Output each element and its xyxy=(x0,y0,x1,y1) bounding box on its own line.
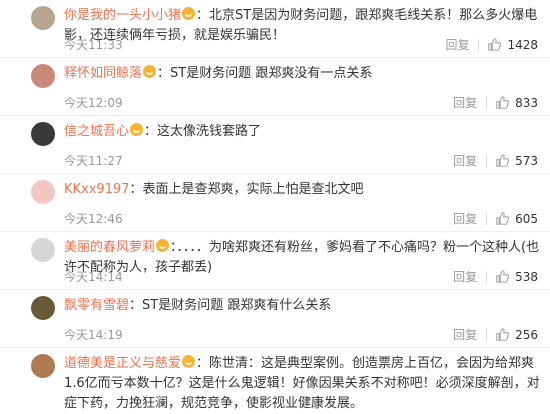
avatar-fill xyxy=(31,238,55,262)
comment-actions: 回复 256 xyxy=(453,326,538,343)
comment-item: 释怀如同鲸落 ：ST是财务问题 跟郑爽没有一点关系 今天12:09 回复 833 xyxy=(0,58,550,116)
comment-text: 信之城吾心 ：这太像洗钱套路了 xyxy=(64,122,542,142)
avatar[interactable] xyxy=(31,180,55,204)
member-badge-icon xyxy=(156,239,170,252)
avatar-image xyxy=(31,180,55,204)
comment-time: 今天14:19 xyxy=(64,328,123,342)
comment-text: 释怀如同鲸落 ：ST是财务问题 跟郑爽没有一点关系 xyxy=(64,64,542,84)
reply-button[interactable]: 回复 xyxy=(453,152,477,169)
username-link[interactable]: 美丽的春风萝莉 xyxy=(64,240,155,255)
like-count: 538 xyxy=(515,269,538,284)
avatar[interactable] xyxy=(31,64,55,88)
reply-button[interactable]: 回复 xyxy=(453,210,477,227)
comment-content: ：这太像洗钱套路了 xyxy=(144,124,262,139)
avatar[interactable] xyxy=(31,238,55,262)
comment-time: 今天11:33 xyxy=(64,38,123,52)
avatar-fill xyxy=(31,6,55,30)
like-count: 605 xyxy=(515,211,538,226)
comment-actions: 回复 833 xyxy=(453,94,538,111)
like-button[interactable]: 605 xyxy=(496,212,538,226)
member-badge-icon xyxy=(130,123,144,136)
comment-actions: 回复 1428 xyxy=(445,36,538,53)
avatar-image xyxy=(31,296,55,320)
avatar[interactable] xyxy=(31,6,55,30)
like-count: 833 xyxy=(515,95,538,110)
thumbs-up-icon xyxy=(496,154,510,167)
username-link[interactable]: 道德美是正义与慈爱 xyxy=(64,356,181,371)
comment-item: 美丽的春风萝莉 ：．．．．为啥郑爽还有粉丝，爹妈看了不心痛吗？粉一个这种人(也许不… xyxy=(0,232,550,290)
avatar-image xyxy=(31,64,55,88)
comment-item: 飘零有雪碧：ST是财务问题 跟郑爽有什么关系 今天14:19 回复 256 xyxy=(0,290,550,348)
comment-content: ：表面上是查郑爽，实际上怕是查北文吧 xyxy=(129,182,364,197)
comment-actions: 回复 538 xyxy=(453,268,538,285)
thumbs-up-icon xyxy=(496,212,510,225)
comment-actions: 回复 573 xyxy=(453,152,538,169)
thumbs-up-icon xyxy=(496,270,510,283)
reply-button[interactable]: 回复 xyxy=(453,326,477,343)
comment-list: 你是我的一头小小猪 ：北京ST是因为财务问题，跟郑爽毛线关系！那么多火爆电影，还连… xyxy=(0,0,550,411)
avatar-image xyxy=(31,354,55,378)
like-button[interactable]: 1428 xyxy=(488,38,538,52)
thumbs-up-icon xyxy=(496,96,510,109)
divider xyxy=(478,38,480,51)
reply-button[interactable]: 回复 xyxy=(453,94,477,111)
divider xyxy=(486,270,488,283)
member-badge-icon xyxy=(182,7,196,20)
comment-text: 道德美是正义与慈爱 ：陈世清：这是典型案例。创造票房上百亿，会因为给郑爽1.6亿而… xyxy=(64,354,542,414)
comment-time: 今天14:14 xyxy=(64,270,123,284)
like-button[interactable]: 573 xyxy=(496,154,538,168)
username-link[interactable]: KKxx9197 xyxy=(64,182,130,197)
like-count: 573 xyxy=(515,153,538,168)
username-link[interactable]: 释怀如同鲸落 xyxy=(64,66,142,81)
like-button[interactable]: 256 xyxy=(496,328,538,342)
comment-item: 信之城吾心 ：这太像洗钱套路了 今天11:27 回复 573 xyxy=(0,116,550,174)
avatar[interactable] xyxy=(31,122,55,146)
avatar[interactable] xyxy=(31,354,55,378)
divider xyxy=(486,212,488,225)
comment-time: 今天12:09 xyxy=(64,96,123,110)
reply-button[interactable]: 回复 xyxy=(445,36,469,53)
member-badge-icon xyxy=(143,65,157,78)
username-link[interactable]: 飘零有雪碧 xyxy=(64,298,129,313)
avatar-fill xyxy=(31,122,55,146)
like-button[interactable]: 538 xyxy=(496,270,538,284)
comment-text: KKxx9197：表面上是查郑爽，实际上怕是查北文吧 xyxy=(64,180,542,200)
comment-content: ：ST是财务问题 跟郑爽没有一点关系 xyxy=(157,66,373,81)
avatar-image xyxy=(31,238,55,262)
avatar-image xyxy=(31,122,55,146)
member-badge-icon xyxy=(182,355,196,368)
comment-item: 你是我的一头小小猪 ：北京ST是因为财务问题，跟郑爽毛线关系！那么多火爆电影，还连… xyxy=(0,0,550,58)
comment-time: 今天12:46 xyxy=(64,212,123,226)
thumbs-up-icon xyxy=(496,328,510,341)
like-button[interactable]: 833 xyxy=(496,96,538,110)
comment-item: 道德美是正义与慈爱 ：陈世清：这是典型案例。创造票房上百亿，会因为给郑爽1.6亿而… xyxy=(0,348,550,411)
avatar-fill xyxy=(31,354,55,378)
thumbs-up-icon xyxy=(488,38,502,51)
comment-item: KKxx9197：表面上是查郑爽，实际上怕是查北文吧 今天12:46 回复 605 xyxy=(0,174,550,232)
username-link[interactable]: 你是我的一头小小猪 xyxy=(64,8,181,23)
like-count: 256 xyxy=(515,327,538,342)
comment-text: 飘零有雪碧：ST是财务问题 跟郑爽有什么关系 xyxy=(64,296,542,316)
avatar-fill xyxy=(31,64,55,88)
comment-actions: 回复 605 xyxy=(453,210,538,227)
divider xyxy=(486,328,488,341)
reply-button[interactable]: 回复 xyxy=(453,268,477,285)
like-count: 1428 xyxy=(507,37,538,52)
avatar-image xyxy=(31,6,55,30)
avatar-fill xyxy=(31,296,55,320)
divider xyxy=(486,96,488,109)
comment-time: 今天11:27 xyxy=(64,154,123,168)
username-link[interactable]: 信之城吾心 xyxy=(64,124,129,139)
avatar-fill xyxy=(31,180,55,204)
avatar[interactable] xyxy=(31,296,55,320)
divider xyxy=(486,154,488,167)
comment-content: ：ST是财务问题 跟郑爽有什么关系 xyxy=(129,298,332,313)
